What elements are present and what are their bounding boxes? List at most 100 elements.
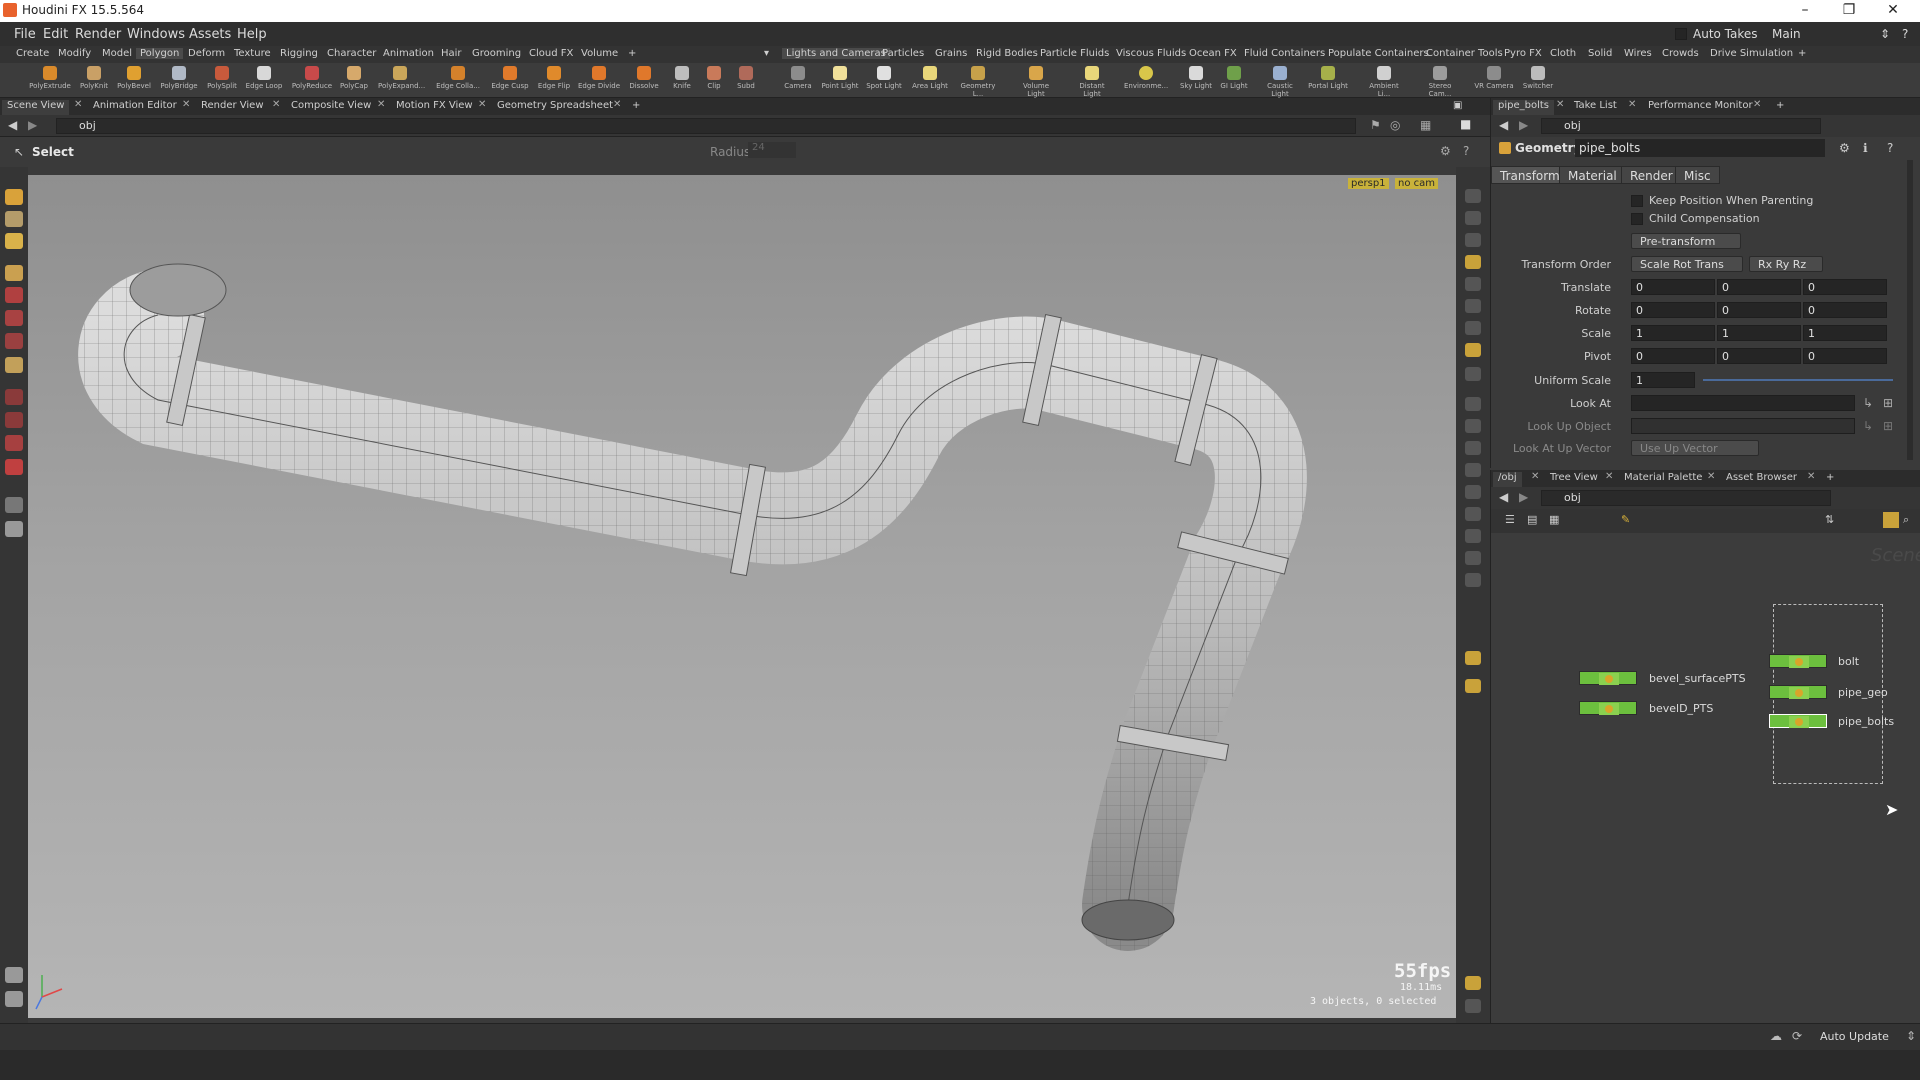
tool-area-light[interactable]: Area Light [908, 66, 952, 90]
move-tool-icon[interactable] [5, 211, 23, 227]
tool-edge-loop[interactable]: Edge Loop [242, 66, 286, 90]
node-pipe-bolts[interactable] [1769, 714, 1827, 728]
node-bevel-surfacepts[interactable] [1579, 671, 1637, 685]
network-path-field[interactable]: obj [1541, 490, 1831, 506]
tool-camera[interactable]: Camera [776, 66, 820, 90]
tip-icon[interactable] [1465, 679, 1481, 693]
tool-point-light[interactable]: Point Light [818, 66, 862, 90]
shading-icon[interactable] [1465, 233, 1481, 247]
node-name-field[interactable]: pipe_bolts [1575, 139, 1825, 157]
tool-polyreduce[interactable]: PolyReduce [290, 66, 334, 90]
shelf-tab-drive-simulation[interactable]: Drive Simulation [1706, 48, 1797, 59]
light-icon[interactable] [1465, 277, 1481, 291]
shelf-tab-particle-fluids[interactable]: Particle Fluids [1036, 48, 1113, 59]
auto-takes-checkbox[interactable] [1675, 28, 1687, 40]
shelf-tab-grooming[interactable]: Grooming [468, 48, 525, 59]
tool-environment-light[interactable]: Environme... [1124, 66, 1168, 90]
magnet-tool-icon[interactable] [5, 459, 23, 475]
auto-update-menu[interactable]: Auto Update [1820, 1030, 1889, 1043]
translate-x[interactable]: 0 [1631, 279, 1715, 295]
add-shelf-tab-icon[interactable]: + [624, 48, 640, 59]
view-options-icon[interactable]: ▦ [1420, 118, 1431, 132]
tool-edge-divide[interactable]: Edge Divide [577, 66, 621, 90]
close-button[interactable]: ✕ [1878, 2, 1908, 18]
uniform-scale-field[interactable]: 1 [1631, 372, 1695, 388]
scale-y[interactable]: 1 [1717, 325, 1801, 341]
shelf-tab-ocean-fx[interactable]: Ocean FX [1185, 48, 1241, 59]
pivot-x[interactable]: 0 [1631, 348, 1715, 364]
tool-edge-cusp[interactable]: Edge Cusp [488, 66, 532, 90]
jump-icon[interactable]: ↳ [1863, 396, 1873, 410]
pre-transform-menu[interactable]: Pre-transform [1631, 233, 1741, 249]
shelf-tab-hair[interactable]: Hair [437, 48, 466, 59]
tab-animation-editor[interactable]: Animation Editor [88, 100, 182, 115]
look-at-up-vector-menu[interactable]: Use Up Vector [1631, 440, 1759, 456]
tool-stereo-camera[interactable]: Stereo Cam... [1418, 66, 1462, 98]
tab-misc[interactable]: Misc [1675, 166, 1720, 184]
close-tab-icon[interactable]: ✕ [1753, 99, 1761, 110]
back-arrow-icon[interactable]: ◀ [8, 118, 17, 132]
rotate-z[interactable]: 0 [1803, 302, 1887, 318]
menu-file[interactable]: File [14, 27, 36, 42]
close-tab-icon[interactable]: ✕ [478, 99, 486, 110]
shelf-tab-rigid-bodies[interactable]: Rigid Bodies [972, 48, 1042, 59]
select-tool-icon[interactable] [5, 189, 23, 205]
close-tab-icon[interactable]: ✕ [272, 99, 280, 110]
close-tab-icon[interactable]: ✕ [1531, 471, 1539, 482]
uv-icon[interactable] [1465, 419, 1481, 433]
wireframe-icon[interactable] [1465, 255, 1481, 269]
hull-icon[interactable] [1465, 463, 1481, 477]
scale-tool-icon[interactable] [5, 265, 23, 281]
restore-button[interactable]: ❐ [1834, 2, 1864, 18]
tool-ambient-light[interactable]: Ambient Li... [1362, 66, 1406, 98]
tool-polycap[interactable]: PolyCap [332, 66, 376, 90]
rotate-tool-icon[interactable] [5, 233, 23, 249]
normals-icon[interactable] [1465, 397, 1481, 411]
shelf-tab-deform[interactable]: Deform [184, 48, 229, 59]
tab-composite-view[interactable]: Composite View [286, 100, 376, 115]
shelf-tab-crowds[interactable]: Crowds [1658, 48, 1703, 59]
update-mode-chevron-icon[interactable]: ⇕ [1906, 1029, 1916, 1043]
snapshot-icon[interactable] [5, 967, 23, 983]
shelf-tab-solid[interactable]: Solid [1584, 48, 1616, 59]
radius-field[interactable]: 24 [748, 142, 796, 158]
pose-tool-icon[interactable] [5, 310, 23, 326]
snapping-icon[interactable]: ⚙ [1440, 144, 1451, 158]
path-field[interactable]: obj [56, 118, 1356, 134]
close-tab-icon[interactable]: ✕ [1807, 471, 1815, 482]
tool-polysplit[interactable]: PolySplit [200, 66, 244, 90]
zoom-icon[interactable]: ⌕ [1903, 513, 1909, 527]
tab-material[interactable]: Material [1559, 166, 1626, 184]
tab-render[interactable]: Render [1621, 166, 1682, 184]
gear-icon[interactable]: ⚙ [1839, 141, 1850, 155]
menu-windows[interactable]: Windows [127, 27, 185, 42]
shelf-tab-particles[interactable]: Particles [878, 48, 928, 59]
scale-x[interactable]: 1 [1631, 325, 1715, 341]
tool-caustic-light[interactable]: Caustic Light [1258, 66, 1302, 98]
maximize-pane-icon[interactable]: ■ [1460, 117, 1471, 131]
camera-menu[interactable]: persp1 [1348, 178, 1389, 189]
numbers-icon[interactable] [1465, 441, 1481, 455]
tab-obj[interactable]: /obj [1493, 472, 1522, 487]
rotate-y[interactable]: 0 [1717, 302, 1801, 318]
tab-pipe-bolts[interactable]: pipe_bolts [1493, 100, 1555, 115]
param-path-field[interactable]: obj [1541, 118, 1821, 134]
forward-arrow-icon[interactable]: ▶ [1519, 118, 1528, 132]
shelf-tab-model[interactable]: Model [98, 48, 136, 59]
orbit-tool-icon[interactable] [5, 412, 23, 428]
pivot-y[interactable]: 0 [1717, 348, 1801, 364]
add-tab-icon[interactable]: + [1821, 472, 1839, 487]
lock-icon[interactable] [1465, 211, 1481, 225]
param-scrollbar[interactable] [1907, 160, 1913, 460]
link-icon[interactable]: ◎ [1390, 118, 1400, 132]
highlight-icon[interactable] [1883, 512, 1899, 528]
close-tab-icon[interactable]: ✕ [613, 99, 621, 110]
tool-polybridge[interactable]: PolyBridge [157, 66, 201, 90]
menu-help[interactable]: Help [237, 27, 267, 42]
shelf-tab-rigging[interactable]: Rigging [276, 48, 322, 59]
node-bolt[interactable] [1769, 654, 1827, 668]
tool-gi-light[interactable]: GI Light [1212, 66, 1256, 90]
tool-switcher[interactable]: Switcher [1516, 66, 1560, 90]
keep-position-checkbox[interactable] [1631, 195, 1643, 207]
shelf-tab-texture[interactable]: Texture [230, 48, 275, 59]
